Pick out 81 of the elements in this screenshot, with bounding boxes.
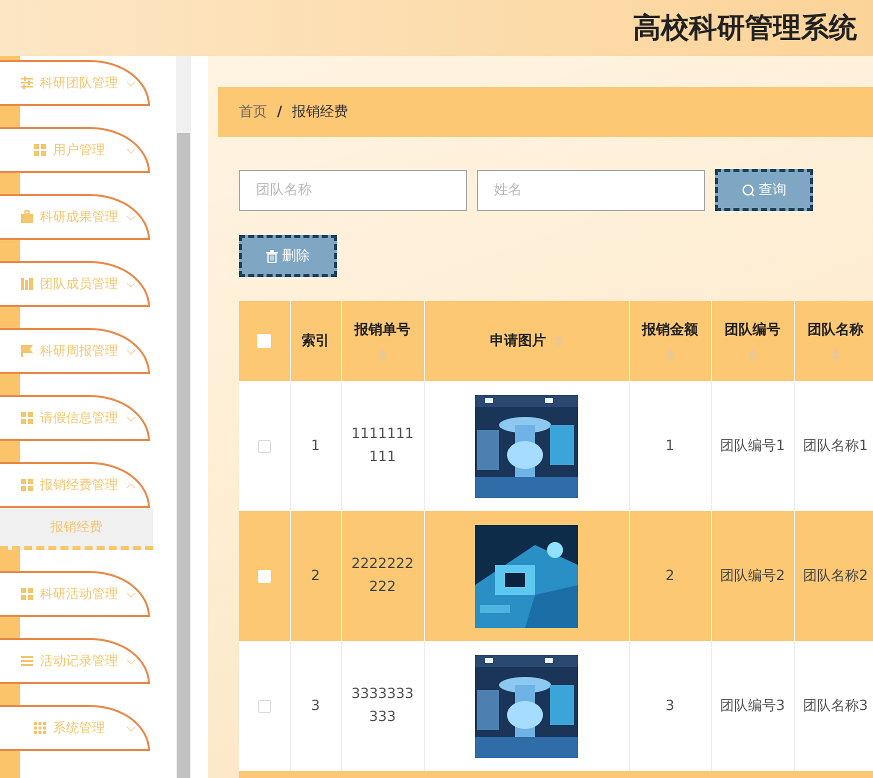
- search-field[interactable]: 姓名: [477, 170, 705, 210]
- column-header[interactable]: 索引: [302, 332, 330, 350]
- menu-item[interactable]: 报销经费管理: [0, 462, 150, 508]
- sort-icon: [378, 349, 387, 361]
- row-checkbox[interactable]: [258, 700, 271, 713]
- table-cell-text: 3: [666, 696, 674, 716]
- grid-icon: [33, 143, 47, 157]
- chevron-down-icon: [126, 282, 136, 288]
- menu-label: 科研活动管理: [40, 586, 118, 603]
- grid-icon: [20, 478, 34, 492]
- column-header[interactable]: 报销单号: [354, 321, 410, 339]
- menu-item[interactable]: 科研周报管理: [0, 328, 150, 374]
- search-field[interactable]: 团队名称: [239, 170, 467, 210]
- sliders-icon: [20, 76, 34, 90]
- table-cell-text: 1: [666, 436, 674, 456]
- grid-icon: [33, 721, 47, 735]
- menu-label: 科研周报管理: [40, 343, 118, 360]
- table-cell-text: 团队名称3: [803, 696, 868, 716]
- menu-item[interactable]: 用户管理: [0, 127, 150, 173]
- sort-icon: [831, 349, 840, 361]
- row-checkbox[interactable]: [258, 440, 271, 453]
- menu-item[interactable]: 请假信息管理: [0, 395, 150, 441]
- column-header[interactable]: 申请图片: [490, 332, 546, 350]
- menu-item[interactable]: 科研成果管理: [0, 194, 150, 240]
- breadcrumb-separator: /: [277, 104, 282, 120]
- column-header[interactable]: 报销金额: [642, 321, 698, 339]
- column-header[interactable]: 团队编号: [724, 321, 780, 339]
- scrollbar[interactable]: [176, 56, 191, 778]
- table-cell-text: 团队编号1: [720, 436, 785, 456]
- flag-icon: [20, 344, 34, 358]
- trash-icon: [266, 250, 278, 262]
- chevron-down-icon: [126, 148, 136, 154]
- breadcrumb-link[interactable]: 首页: [239, 103, 267, 121]
- table-cell-text: 2: [311, 566, 320, 586]
- grid-icon: [20, 411, 34, 425]
- chevron-down-icon: [126, 592, 136, 598]
- menu-label: 团队成员管理: [40, 276, 118, 293]
- briefcase-icon: [20, 210, 34, 224]
- menu-label: 请假信息管理: [40, 410, 118, 427]
- menu-label: 报销经费管理: [40, 477, 118, 494]
- search-icon: [742, 184, 754, 196]
- menu-item[interactable]: 科研活动管理: [0, 571, 150, 617]
- scrollbar-thumb[interactable]: [177, 133, 190, 778]
- submenu-item[interactable]: 报销经费: [0, 508, 153, 550]
- menu-label: 科研成果管理: [40, 209, 118, 226]
- chevron-up-icon: [126, 483, 136, 489]
- menu-item[interactable]: 科研团队管理: [0, 60, 150, 106]
- menu-label: 活动记录管理: [40, 653, 118, 670]
- delete-button[interactable]: 删除: [239, 235, 337, 277]
- list-icon: [20, 654, 34, 668]
- sort-icon: [748, 349, 757, 361]
- chevron-down-icon: [126, 349, 136, 355]
- table-cell-text: 团队名称2: [803, 566, 868, 586]
- table-cell-text: 3: [311, 696, 320, 716]
- menu-item[interactable]: 团队成员管理: [0, 261, 150, 307]
- menu-item[interactable]: 系统管理: [0, 705, 150, 751]
- chevron-down-icon: [126, 659, 136, 665]
- table-cell-text: 1: [311, 436, 320, 456]
- table-cell-text: 团队编号3: [720, 696, 785, 716]
- chevron-down-icon: [126, 726, 136, 732]
- library-icon: [20, 277, 34, 291]
- table-cell-text: 团队编号2: [720, 566, 785, 586]
- sort-icon: [666, 349, 674, 361]
- chevron-down-icon: [126, 416, 136, 422]
- menu-label: 科研团队管理: [40, 75, 118, 92]
- menu-label: 系统管理: [53, 720, 105, 737]
- column-header[interactable]: 团队名称: [808, 321, 864, 339]
- table-cell-text: 团队名称1: [803, 436, 868, 456]
- table-cell-text: 2222222222: [350, 555, 415, 597]
- sort-icon: [554, 335, 563, 347]
- select-all-checkbox[interactable]: [257, 334, 272, 348]
- table-cell-text: 2: [666, 566, 674, 586]
- app-title: 高校科研管理系统: [633, 10, 857, 46]
- table-cell-text: 1111111111: [350, 425, 415, 467]
- search-button[interactable]: 查询: [715, 169, 813, 211]
- table-cell-text: 3333333333: [350, 685, 415, 727]
- chevron-down-icon: [126, 81, 136, 87]
- chevron-down-icon: [126, 215, 136, 221]
- grid-icon: [20, 587, 34, 601]
- menu-label: 用户管理: [53, 142, 105, 159]
- menu-item[interactable]: 活动记录管理: [0, 638, 150, 684]
